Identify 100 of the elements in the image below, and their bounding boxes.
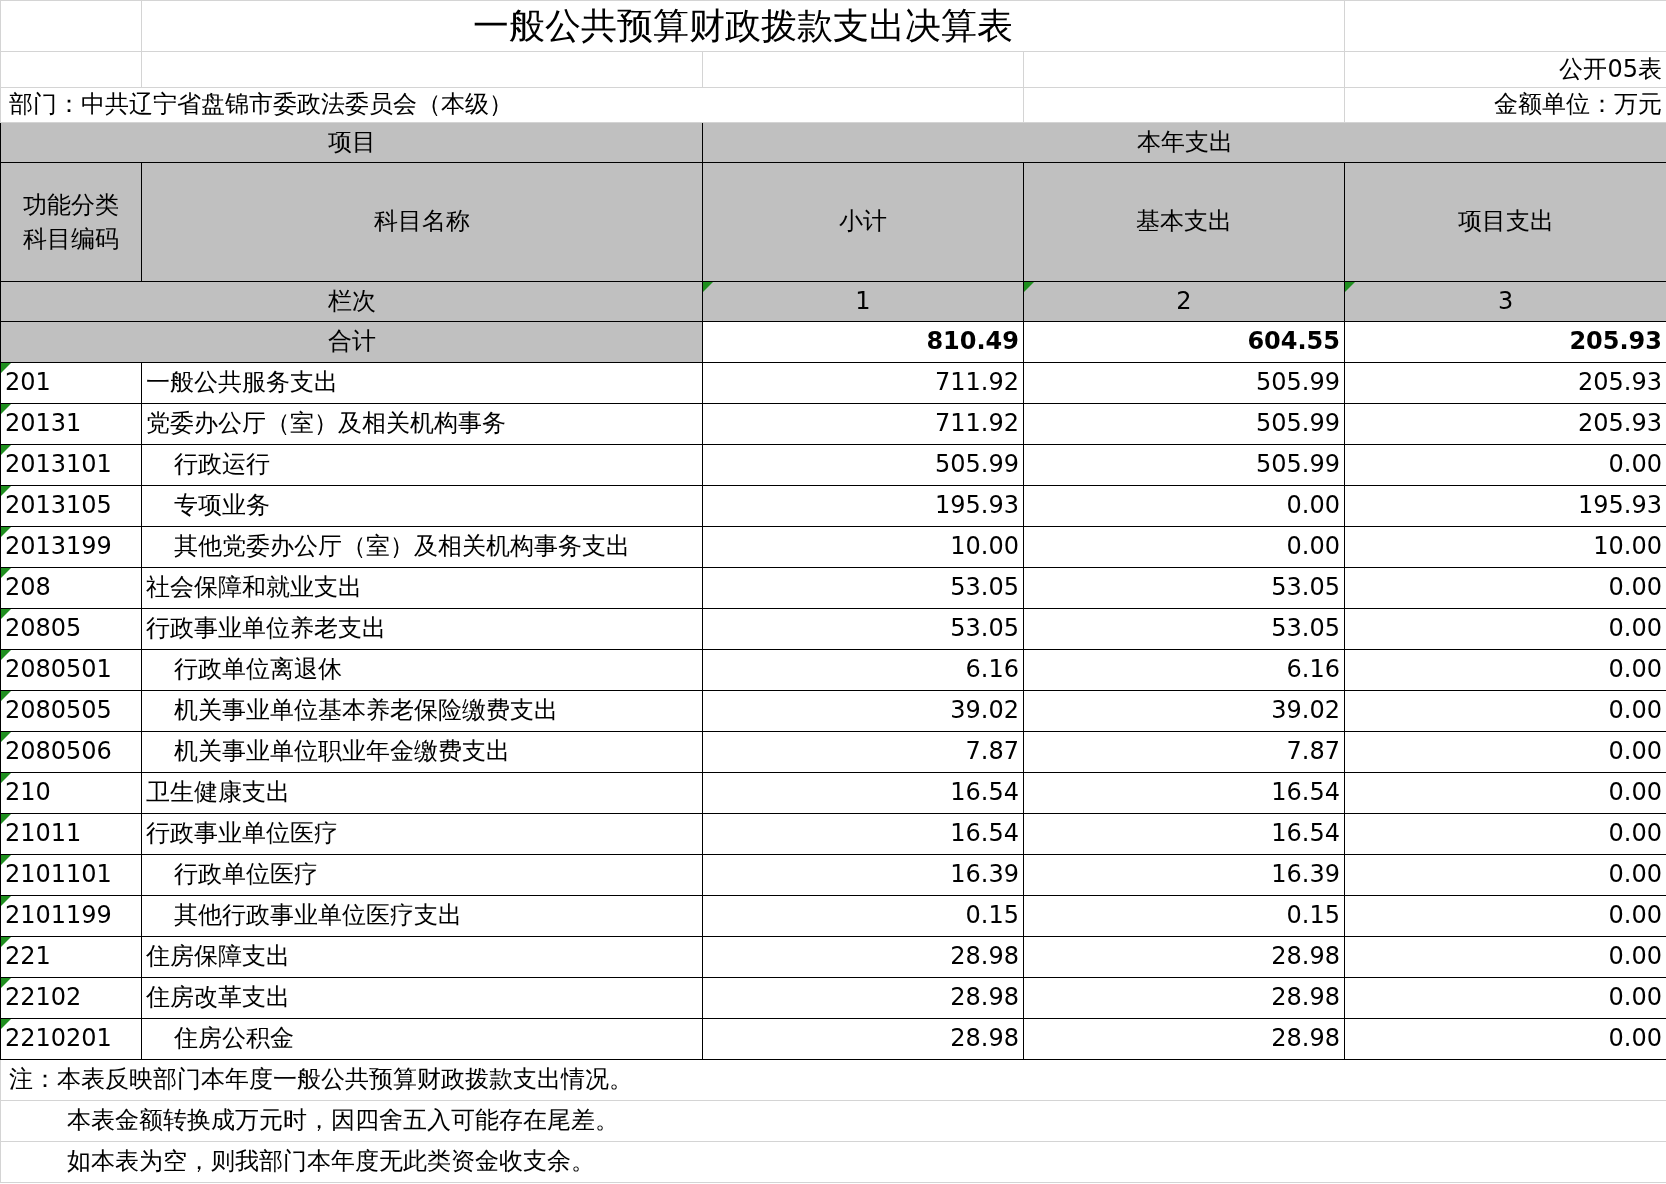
table-cell: 7.87 bbox=[1023, 731, 1345, 773]
subject-code: 2101199 bbox=[5, 901, 112, 930]
corner-triangle-icon bbox=[1, 691, 11, 701]
subject-code: 2080505 bbox=[5, 696, 112, 725]
corner-triangle-icon bbox=[1, 978, 11, 988]
footnote: 如本表为空，则我部门本年度无此类资金收支余。 bbox=[67, 1147, 595, 1176]
table-cell: 39.02 bbox=[702, 690, 1024, 732]
subject-code: 210 bbox=[5, 778, 51, 807]
corner-triangle-icon bbox=[1, 609, 11, 619]
total-label: 合计 bbox=[0, 321, 703, 363]
corner-triangle-icon bbox=[1, 732, 11, 742]
table-cell: 6.16 bbox=[1023, 649, 1345, 691]
subject-code: 2013199 bbox=[5, 532, 112, 561]
subject-code: 22102 bbox=[5, 983, 82, 1012]
department-label: 部门：中共辽宁省盘锦市委政法委员会（本级） bbox=[9, 90, 513, 119]
table-cell: 505.99 bbox=[1023, 444, 1345, 486]
table-cell: 195.93 bbox=[702, 485, 1024, 527]
table-cell: 16.54 bbox=[702, 813, 1024, 855]
header-cell: 科目名称 bbox=[141, 162, 703, 282]
table-cell: 6.16 bbox=[702, 649, 1024, 691]
table-cell: 28.98 bbox=[702, 936, 1024, 978]
table-cell: 53.05 bbox=[1023, 567, 1345, 609]
footnote: 注：本表反映部门本年度一般公共预算财政拨款支出情况。 bbox=[9, 1065, 633, 1094]
header-cell: 项目 bbox=[0, 122, 703, 163]
table-cell: 505.99 bbox=[702, 444, 1024, 486]
subject-code: 21011 bbox=[5, 819, 82, 848]
table-cell: 7.87 bbox=[702, 731, 1024, 773]
corner-triangle-icon bbox=[1, 650, 11, 660]
subject-name: 行政事业单位养老支出 bbox=[146, 614, 386, 643]
corner-triangle-icon bbox=[1, 404, 11, 414]
corner-triangle-icon bbox=[1, 363, 11, 373]
subject-name: 行政单位医疗 bbox=[174, 860, 318, 889]
corner-triangle-icon bbox=[1, 1019, 11, 1029]
table-cell: 53.05 bbox=[702, 567, 1024, 609]
subject-name: 住房公积金 bbox=[174, 1024, 294, 1053]
table-cell: 505.99 bbox=[1023, 403, 1345, 445]
table-cell: 28.98 bbox=[702, 977, 1024, 1019]
table-cell: 0.15 bbox=[1023, 895, 1345, 937]
table-cell: 28.98 bbox=[702, 1018, 1024, 1060]
subject-name: 行政单位离退休 bbox=[174, 655, 342, 684]
corner-triangle-icon bbox=[1, 568, 11, 578]
table-cell: 16.54 bbox=[1023, 772, 1345, 814]
table-cell: 10.00 bbox=[702, 526, 1024, 568]
header-cell: 基本支出 bbox=[1023, 162, 1345, 282]
corner-triangle-icon bbox=[1, 814, 11, 824]
corner-triangle-icon bbox=[1, 855, 11, 865]
table-cell: 0.15 bbox=[702, 895, 1024, 937]
subject-name: 党委办公厅（室）及相关机构事务 bbox=[146, 409, 506, 438]
table-cell: 810.49 bbox=[702, 321, 1024, 363]
subject-name: 卫生健康支出 bbox=[146, 778, 290, 807]
subject-name: 专项业务 bbox=[174, 491, 270, 520]
subject-code: 2210201 bbox=[5, 1024, 112, 1053]
corner-triangle-icon bbox=[1, 937, 11, 947]
header-cell: 功能分类科目编码 bbox=[0, 162, 142, 282]
table-cell: 28.98 bbox=[1023, 936, 1345, 978]
subject-name: 行政事业单位医疗 bbox=[146, 819, 338, 848]
table-cell: 711.92 bbox=[702, 362, 1024, 404]
unit-label: 金额单位：万元 bbox=[1494, 90, 1662, 119]
table-cell: 28.98 bbox=[1023, 977, 1345, 1019]
column-index: 1 bbox=[855, 286, 871, 315]
corner-triangle-icon bbox=[1, 527, 11, 537]
subject-code: 201 bbox=[5, 368, 51, 397]
table-cell: 16.39 bbox=[702, 854, 1024, 896]
corner-triangle-icon bbox=[1, 445, 11, 455]
table-number: 公开05表 bbox=[1559, 54, 1662, 83]
subject-code: 221 bbox=[5, 942, 51, 971]
subject-code: 2080501 bbox=[5, 655, 112, 684]
table-cell: 28.98 bbox=[1023, 1018, 1345, 1060]
table-cell: 53.05 bbox=[702, 608, 1024, 650]
subject-code: 2013101 bbox=[5, 450, 112, 479]
table-cell: 0.00 bbox=[1023, 526, 1345, 568]
report-title: 一般公共预算财政拨款支出决算表 bbox=[473, 5, 1013, 47]
table-cell: 711.92 bbox=[702, 403, 1024, 445]
subject-name: 社会保障和就业支出 bbox=[146, 573, 362, 602]
subject-name: 机关事业单位基本养老保险缴费支出 bbox=[174, 696, 558, 725]
table-cell: 16.54 bbox=[702, 772, 1024, 814]
table-cell: 604.55 bbox=[1023, 321, 1345, 363]
subject-code: 20805 bbox=[5, 614, 82, 643]
table-cell: 16.54 bbox=[1023, 813, 1345, 855]
subject-name: 行政运行 bbox=[174, 450, 270, 479]
column-index: 3 bbox=[1497, 286, 1514, 315]
subject-name: 其他行政事业单位医疗支出 bbox=[174, 901, 462, 930]
table-cell: 53.05 bbox=[1023, 608, 1345, 650]
subject-name: 住房保障支出 bbox=[146, 942, 290, 971]
corner-triangle-icon bbox=[703, 282, 713, 292]
footnote: 本表金额转换成万元时，因四舍五入可能存在尾差。 bbox=[67, 1106, 619, 1135]
subject-code: 2080506 bbox=[5, 737, 112, 766]
corner-triangle-icon bbox=[1, 773, 11, 783]
subject-name: 机关事业单位职业年金缴费支出 bbox=[174, 737, 510, 766]
corner-triangle-icon bbox=[1345, 282, 1355, 292]
header-cell: 栏次 bbox=[0, 281, 703, 322]
subject-code: 2013105 bbox=[5, 491, 112, 520]
header-cell: 小计 bbox=[702, 162, 1024, 282]
corner-triangle-icon bbox=[1, 896, 11, 906]
table-cell: 16.39 bbox=[1023, 854, 1345, 896]
subject-code: 2101101 bbox=[5, 860, 112, 889]
subject-code: 20131 bbox=[5, 409, 82, 438]
subject-name: 其他党委办公厅（室）及相关机构事务支出 bbox=[174, 532, 630, 561]
subject-code: 208 bbox=[5, 573, 51, 602]
table-cell: 0.00 bbox=[1023, 485, 1345, 527]
